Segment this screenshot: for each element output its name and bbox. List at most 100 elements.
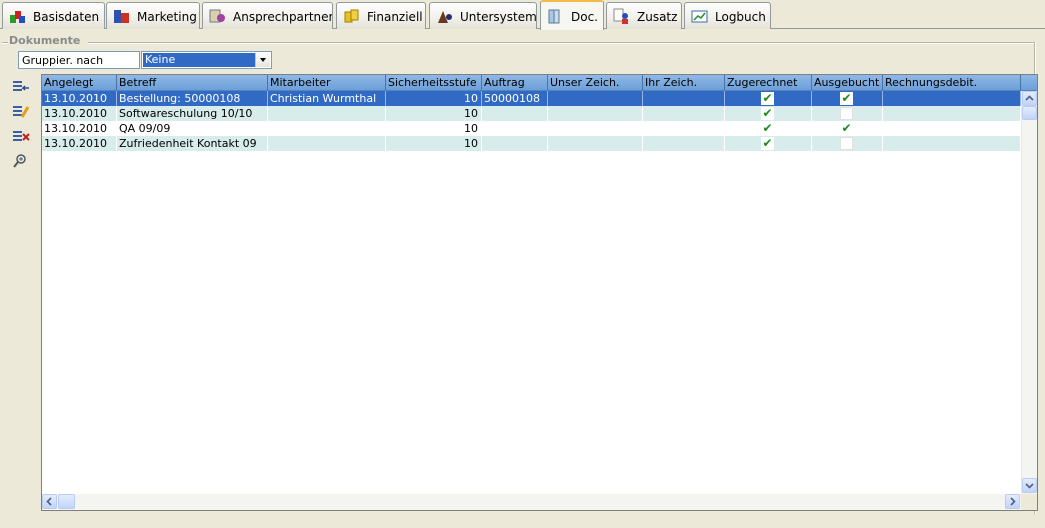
group-by-value: Keine <box>143 53 255 67</box>
cell-ausgebucht <box>812 106 883 121</box>
cell-auftrag <box>482 121 548 136</box>
cell-betreff: Softwareschulung 10/10 <box>117 106 268 121</box>
cell-ihr <box>643 121 725 136</box>
cell-zugerechnet: ✔ <box>725 136 812 151</box>
tab-logbuch[interactable]: Logbuch <box>684 2 771 29</box>
cell-ihr <box>643 136 725 151</box>
cell-mitarbeiter <box>268 106 386 121</box>
scroll-thumb[interactable] <box>58 494 75 509</box>
column-header[interactable]: Ihr Zeich. <box>643 75 725 91</box>
tab-label: Zusatz <box>637 9 678 24</box>
cell-ausgebucht <box>812 136 883 151</box>
tab-untersystem[interactable]: Untersystem <box>429 2 537 29</box>
grid-header: Angelegt Betreff Mitarbeiter Sicherheitsstu… <box>42 75 1037 91</box>
cell-mitarbeiter <box>268 136 386 151</box>
tab-label: Ansprechpartner <box>233 9 333 24</box>
group-by-label: Gruppier. nach <box>18 51 140 69</box>
cell-zugerechnet: ✔ <box>725 121 812 136</box>
column-header[interactable]: Sicherheitsstufe <box>386 75 482 91</box>
cell-betreff: QA 09/09 <box>117 121 268 136</box>
documents-grid[interactable]: Angelegt Betreff Mitarbeiter Sicherheitsstu… <box>41 74 1038 511</box>
tab-basisdaten[interactable]: Basisdaten <box>2 2 105 29</box>
cell-stufe: 10 <box>386 91 482 106</box>
column-header[interactable]: Betreff <box>117 75 268 91</box>
tab-doc[interactable]: Doc. <box>540 0 604 30</box>
cell-mitarbeiter: Christian Wurmthal <box>268 91 386 106</box>
column-header[interactable]: Mitarbeiter <box>268 75 386 91</box>
group-box-line <box>2 42 8 44</box>
cell-ausgebucht: ✔ <box>812 121 883 136</box>
column-header[interactable]: Ausgebucht <box>812 75 883 91</box>
zoom-tool-icon[interactable] <box>11 152 31 170</box>
column-header[interactable]: Auftrag <box>482 75 548 91</box>
column-header[interactable]: Zugerechnet <box>725 75 812 91</box>
contacts-icon <box>209 8 227 24</box>
cell-unser <box>548 121 643 136</box>
zugerechnet-checkbox[interactable]: ✔ <box>761 107 774 120</box>
cell-ihr <box>643 91 725 106</box>
tab-label: Untersystem <box>460 9 537 24</box>
section-title: Dokumente <box>9 34 81 47</box>
cell-angelegt: 13.10.2010 <box>42 136 117 151</box>
cell-ausgebucht: ✔ <box>812 91 883 106</box>
tab-marketing[interactable]: Marketing <box>106 2 200 29</box>
cell-unser <box>548 91 643 106</box>
cell-rechnung <box>883 91 1021 106</box>
zugerechnet-checkbox[interactable]: ✔ <box>761 92 774 105</box>
tab-ansprechpartner[interactable]: Ansprechpartner <box>202 2 333 29</box>
group-box-line <box>88 42 1034 44</box>
tab-finanziell[interactable]: Finanziell <box>336 2 426 29</box>
cell-zugerechnet: ✔ <box>725 91 812 106</box>
delete-row-tool-icon[interactable] <box>11 128 31 146</box>
chevron-down-icon[interactable] <box>255 53 270 67</box>
scroll-right-icon[interactable] <box>1005 494 1020 509</box>
colored-blocks-icon <box>9 8 27 24</box>
person-doc-icon <box>613 8 631 24</box>
zugerechnet-checkbox[interactable]: ✔ <box>761 137 774 150</box>
table-row[interactable]: 13.10.2010 Bestellung: 50000108 Christian … <box>42 91 1021 106</box>
cell-stufe: 10 <box>386 106 482 121</box>
horizontal-scrollbar[interactable] <box>42 494 1021 510</box>
scroll-thumb[interactable] <box>1022 106 1037 120</box>
tab-label: Finanziell <box>367 9 423 24</box>
cell-zugerechnet: ✔ <box>725 106 812 121</box>
table-row[interactable]: 13.10.2010 QA 09/09 10 ✔ ✔ <box>42 121 1021 136</box>
cell-auftrag: 50000108 <box>482 91 548 106</box>
insert-row-tool-icon[interactable] <box>11 78 31 96</box>
cell-auftrag <box>482 106 548 121</box>
ausgebucht-checkbox[interactable]: ✔ <box>840 122 853 135</box>
table-row[interactable]: 13.10.2010 Softwareschulung 10/10 10 ✔ <box>42 106 1021 121</box>
users-icon <box>436 8 454 24</box>
vertical-scrollbar[interactable] <box>1021 91 1037 494</box>
scroll-corner <box>1021 494 1037 510</box>
marketing-icon <box>113 8 131 24</box>
zugerechnet-checkbox[interactable]: ✔ <box>761 122 774 135</box>
tab-zusatz[interactable]: Zusatz <box>606 2 682 29</box>
cell-angelegt: 13.10.2010 <box>42 91 117 106</box>
scroll-down-icon[interactable] <box>1022 478 1037 493</box>
table-row[interactable]: 13.10.2010 Zufriedenheit Kontakt 09 10 ✔ <box>42 136 1021 151</box>
column-header[interactable]: Unser Zeich. <box>548 75 643 91</box>
cell-stufe: 10 <box>386 136 482 151</box>
cell-rechnung <box>883 106 1021 121</box>
ausgebucht-checkbox[interactable] <box>840 107 853 120</box>
ausgebucht-checkbox[interactable] <box>840 137 853 150</box>
cell-angelegt: 13.10.2010 <box>42 106 117 121</box>
cell-stufe: 10 <box>386 121 482 136</box>
column-header[interactable]: Angelegt <box>42 75 117 91</box>
scroll-left-icon[interactable] <box>42 494 57 509</box>
chart-log-icon <box>691 8 709 24</box>
group-by-dropdown[interactable]: Keine <box>141 51 272 69</box>
cell-rechnung <box>883 136 1021 151</box>
cell-auftrag <box>482 136 548 151</box>
column-header[interactable]: Rechnungsdebit. <box>883 75 1021 91</box>
coins-icon <box>343 8 361 24</box>
scroll-up-icon[interactable] <box>1022 91 1037 106</box>
cell-betreff: Zufriedenheit Kontakt 09 <box>117 136 268 151</box>
cell-unser <box>548 136 643 151</box>
tab-label: Marketing <box>137 9 197 24</box>
ausgebucht-checkbox[interactable]: ✔ <box>840 92 853 105</box>
cell-angelegt: 13.10.2010 <box>42 121 117 136</box>
tab-label: Logbuch <box>715 9 766 24</box>
edit-row-tool-icon[interactable] <box>11 103 31 121</box>
